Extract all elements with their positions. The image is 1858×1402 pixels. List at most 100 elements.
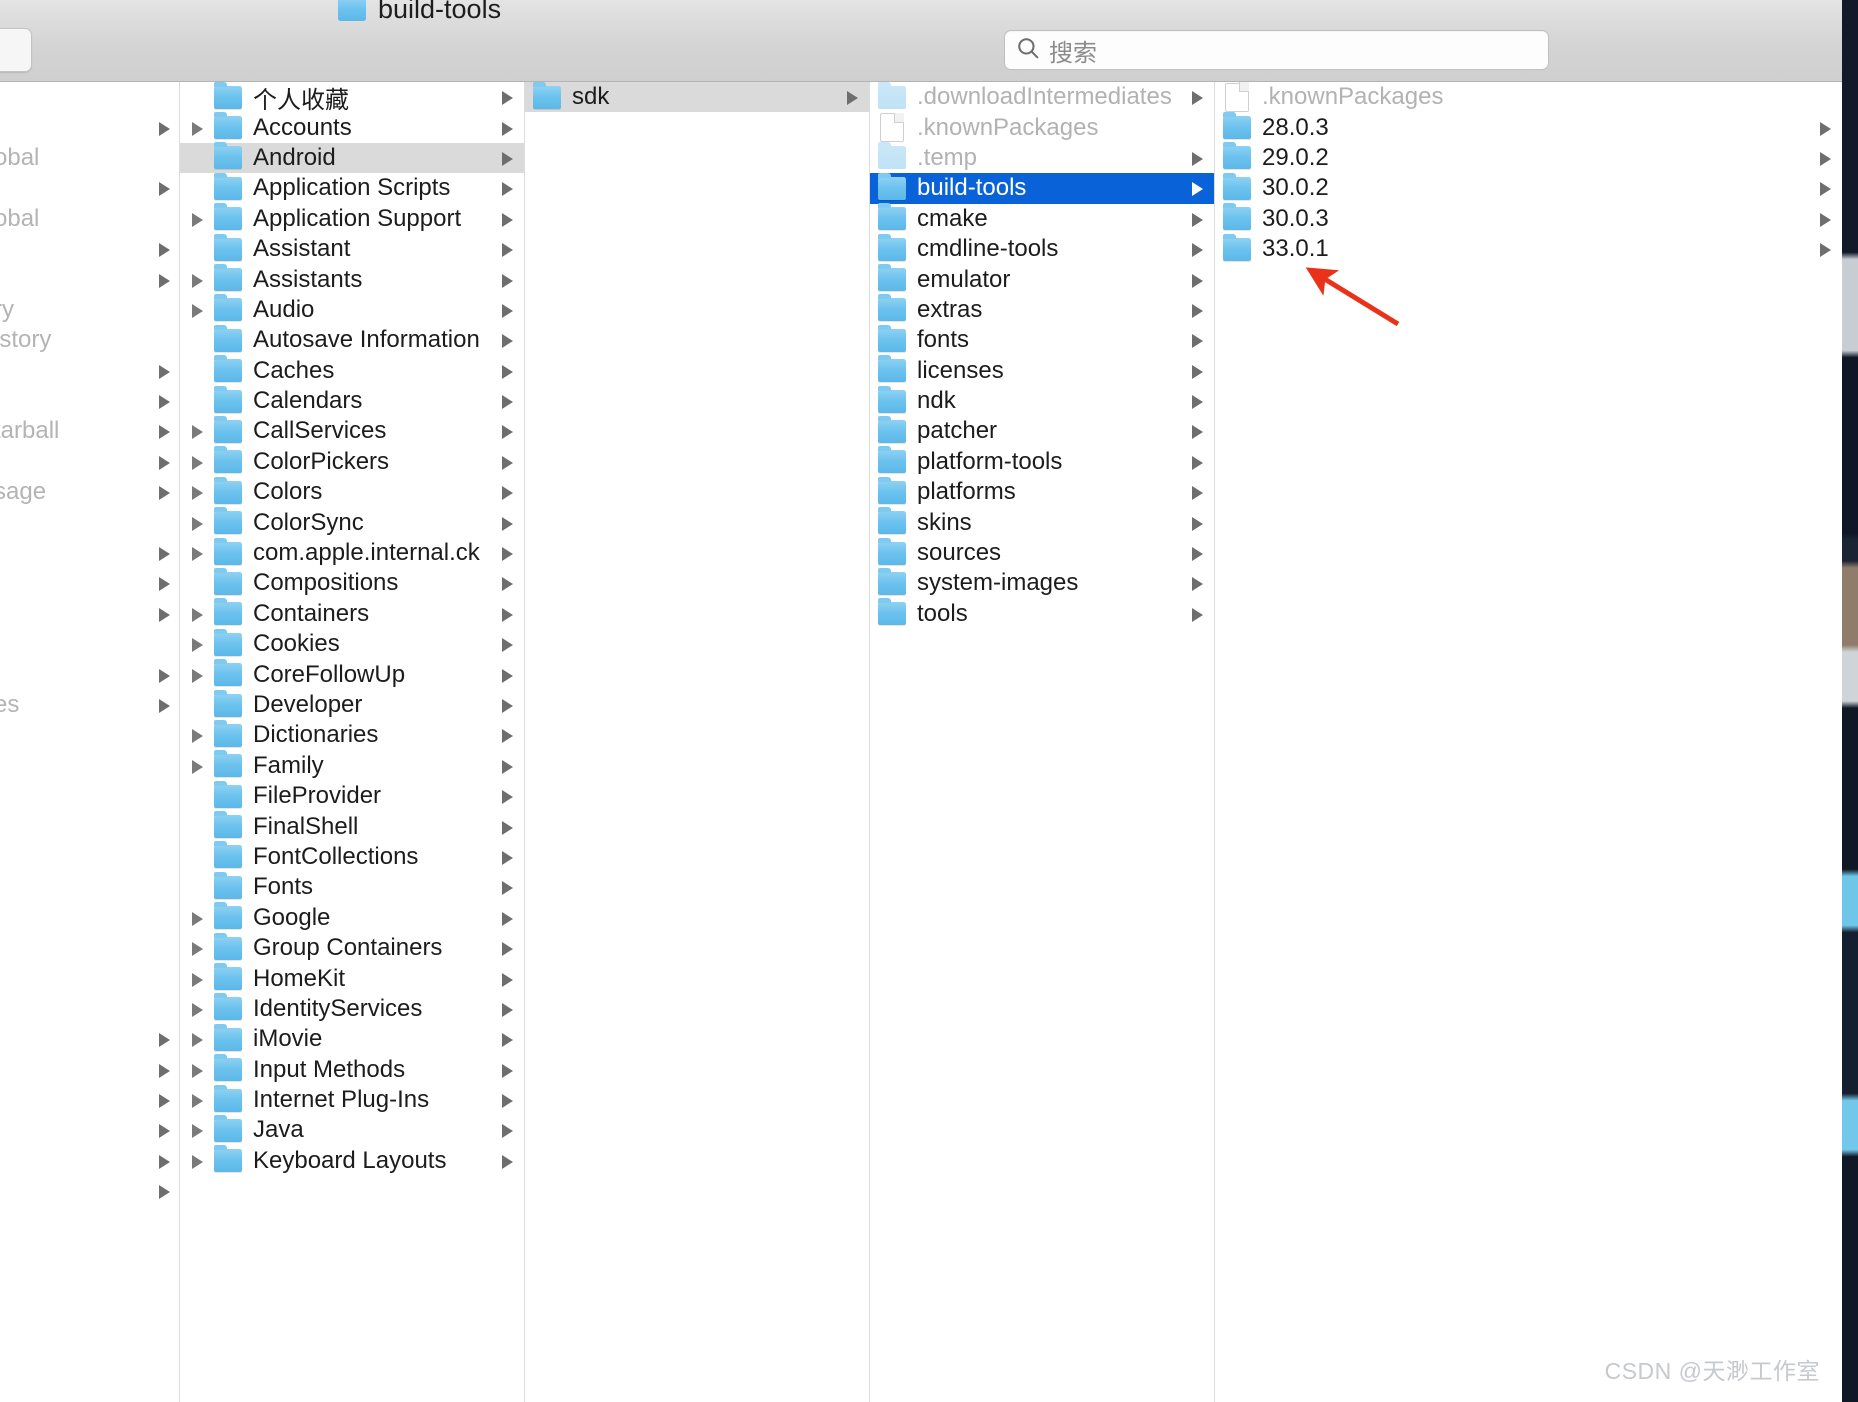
list-item[interactable]: Group Containers <box>180 932 524 963</box>
list-item[interactable] <box>0 751 179 781</box>
list-item[interactable] <box>0 963 179 993</box>
list-item[interactable]: sources <box>870 537 1214 568</box>
list-item[interactable] <box>0 82 179 112</box>
list-item[interactable]: licenses <box>870 355 1214 386</box>
list-item[interactable] <box>0 507 179 537</box>
list-item[interactable]: HomeKit <box>180 963 524 993</box>
list-item[interactable]: platforms <box>870 476 1214 507</box>
list-item[interactable]: ColorPickers <box>180 446 524 477</box>
list-item[interactable]: es <box>0 690 179 720</box>
window-proxy-title[interactable]: build-tools <box>338 0 501 25</box>
list-item[interactable] <box>0 568 179 598</box>
list-item[interactable]: FontCollections <box>180 841 524 872</box>
list-item[interactable]: build-tools <box>870 172 1214 204</box>
list-item[interactable]: com.apple.internal.ck <box>180 537 524 568</box>
list-item[interactable] <box>0 173 179 203</box>
list-item[interactable]: obal <box>0 143 179 173</box>
list-item[interactable]: tarball <box>0 416 179 446</box>
list-item[interactable]: Java <box>180 1114 524 1145</box>
column-library[interactable]: 个人收藏 Accounts Android Application Scripts Ap… <box>180 82 525 1402</box>
list-item[interactable] <box>0 112 179 142</box>
list-item[interactable] <box>0 1176 179 1206</box>
list-item[interactable]: Input Methods <box>180 1054 524 1085</box>
list-item[interactable]: cmdline-tools <box>870 233 1214 264</box>
list-item[interactable]: 33.0.1 <box>1215 233 1842 264</box>
list-item[interactable]: iMovie <box>180 1023 524 1054</box>
list-item[interactable]: Google <box>180 902 524 933</box>
list-item[interactable] <box>0 629 179 659</box>
list-item[interactable] <box>0 659 179 689</box>
list-item[interactable] <box>0 842 179 872</box>
column-build-tools[interactable]: .knownPackages 28.0.3 29.0.2 30.0.2 30.0.3 33… <box>1215 82 1842 1402</box>
list-item[interactable]: FinalShell <box>180 811 524 841</box>
list-item[interactable]: .knownPackages <box>1215 82 1842 112</box>
list-item[interactable]: ColorSync <box>180 507 524 537</box>
list-item[interactable] <box>0 234 179 264</box>
list-item[interactable] <box>0 872 179 902</box>
list-item[interactable]: Audio <box>180 294 524 325</box>
list-item[interactable] <box>0 599 179 629</box>
list-item[interactable] <box>0 538 179 568</box>
list-item[interactable]: 29.0.2 <box>1215 142 1842 173</box>
list-item[interactable]: Caches <box>180 355 524 386</box>
list-item[interactable]: sage <box>0 477 179 507</box>
list-item[interactable]: Family <box>180 750 524 781</box>
list-item[interactable] <box>0 1115 179 1145</box>
list-item[interactable] <box>0 1146 179 1176</box>
list-item[interactable]: ndk <box>870 385 1214 416</box>
list-item[interactable]: Calendars <box>180 385 524 416</box>
list-item[interactable]: .knownPackages <box>870 112 1214 143</box>
list-item[interactable]: 28.0.3 <box>1215 112 1842 142</box>
list-item[interactable] <box>0 994 179 1024</box>
list-item[interactable] <box>0 781 179 811</box>
column-android[interactable]: sdk <box>525 82 870 1402</box>
list-item[interactable]: patcher <box>870 415 1214 446</box>
list-item[interactable]: skins <box>870 507 1214 537</box>
list-item[interactable]: Cookies <box>180 628 524 659</box>
list-item[interactable]: CallServices <box>180 415 524 446</box>
list-item[interactable]: Dictionaries <box>180 719 524 750</box>
column-sdk[interactable]: .downloadIntermediates .knownPackages .tem… <box>870 82 1215 1402</box>
list-item[interactable]: 30.0.3 <box>1215 203 1842 234</box>
list-item[interactable]: Android <box>180 142 524 174</box>
list-item[interactable]: Keyboard Layouts <box>180 1145 524 1176</box>
list-item[interactable]: system-images <box>870 567 1214 598</box>
list-item[interactable]: fonts <box>870 324 1214 355</box>
list-item[interactable] <box>0 811 179 841</box>
toolbar-back-forward-button[interactable] <box>0 28 32 72</box>
list-item[interactable]: Assistant <box>180 233 524 264</box>
list-item[interactable]: Colors <box>180 476 524 507</box>
list-item[interactable]: Containers <box>180 598 524 629</box>
list-item[interactable]: platform-tools <box>870 446 1214 477</box>
column-truncated[interactable]: obal obal ry istory tarball sage es <box>0 82 180 1402</box>
list-item[interactable]: Accounts <box>180 112 524 142</box>
list-item[interactable] <box>0 933 179 963</box>
list-item[interactable]: emulator <box>870 264 1214 294</box>
list-item[interactable]: tools <box>870 598 1214 629</box>
list-item[interactable]: Internet Plug-Ins <box>180 1084 524 1115</box>
list-item[interactable]: cmake <box>870 203 1214 234</box>
list-item[interactable] <box>0 386 179 416</box>
list-item[interactable]: IdentityServices <box>180 993 524 1024</box>
list-item[interactable]: Compositions <box>180 567 524 598</box>
list-item[interactable] <box>0 903 179 933</box>
list-item[interactable]: Application Scripts <box>180 172 524 203</box>
list-item[interactable]: CoreFollowUp <box>180 659 524 689</box>
list-item[interactable]: FileProvider <box>180 780 524 811</box>
list-item[interactable]: 个人收藏 <box>180 82 524 114</box>
list-item[interactable]: extras <box>870 294 1214 325</box>
list-item[interactable] <box>0 720 179 750</box>
list-item[interactable]: .downloadIntermediates <box>870 82 1214 112</box>
list-item[interactable]: Application Support <box>180 203 524 234</box>
list-item[interactable]: istory <box>0 325 179 355</box>
list-item[interactable]: Autosave Information <box>180 324 524 355</box>
list-item[interactable] <box>0 447 179 477</box>
list-item[interactable]: 30.0.2 <box>1215 172 1842 203</box>
list-item[interactable]: Fonts <box>180 871 524 902</box>
list-item[interactable]: ry <box>0 295 179 325</box>
list-item[interactable] <box>0 1085 179 1115</box>
search-input[interactable]: 搜索 <box>1004 30 1549 70</box>
list-item[interactable]: Assistants <box>180 264 524 294</box>
list-item[interactable] <box>0 356 179 386</box>
list-item[interactable]: sdk <box>525 82 869 113</box>
